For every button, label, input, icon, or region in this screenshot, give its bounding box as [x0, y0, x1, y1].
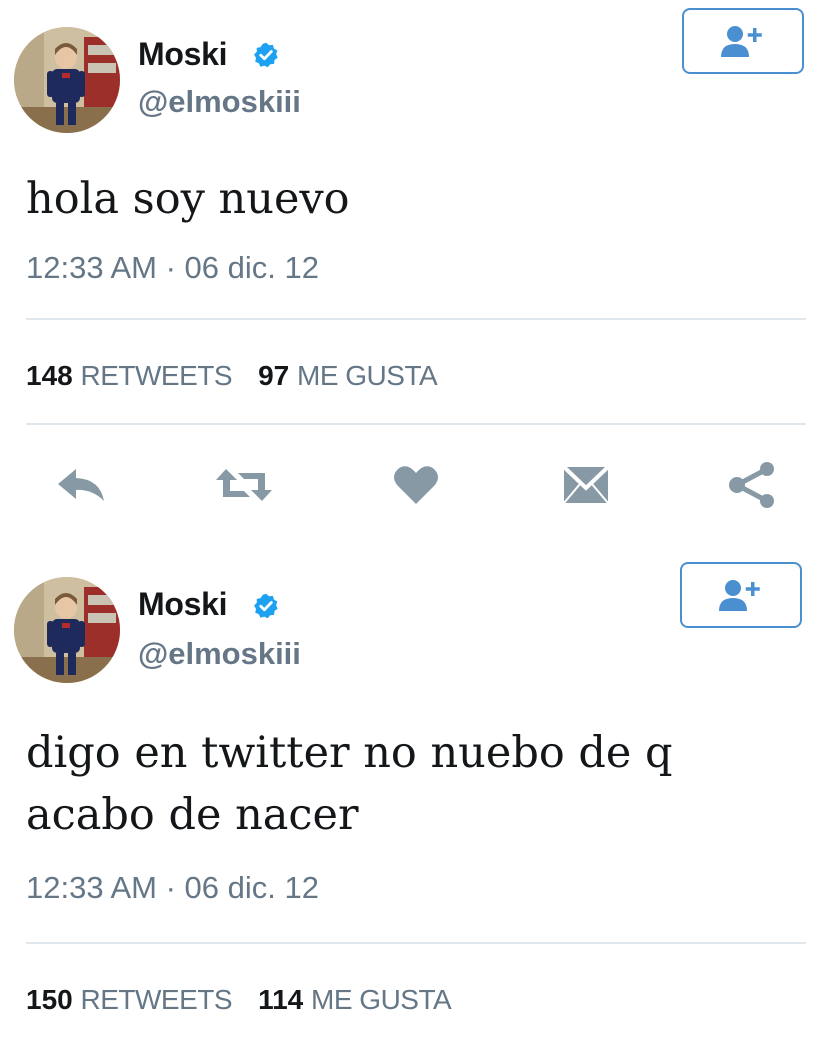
tweet-stats: 150 RETWEETS 114 ME GUSTA: [26, 984, 452, 1016]
tweet-text: hola soy nuevo: [26, 174, 350, 224]
envelope-icon: [562, 465, 610, 504]
tweet-text: digo en twitter no nuebo de q acabo de n…: [26, 728, 673, 840]
likes-label[interactable]: ME GUSTA: [297, 360, 438, 391]
display-name[interactable]: Moski: [138, 36, 228, 73]
retweets-count[interactable]: 148: [26, 360, 73, 391]
tweet-stats: 148 RETWEETS 97 ME GUSTA: [26, 360, 438, 392]
follow-button[interactable]: [682, 8, 804, 74]
follow-button[interactable]: [680, 562, 802, 628]
avatar-photo: [14, 27, 120, 133]
retweet-icon: [216, 469, 272, 501]
avatar[interactable]: [14, 577, 120, 683]
divider: [26, 423, 806, 425]
share-button[interactable]: [722, 455, 782, 515]
likes-count[interactable]: 114: [258, 984, 303, 1015]
share-icon: [729, 462, 774, 508]
verified-badge-icon: [254, 593, 278, 619]
message-button[interactable]: [556, 455, 616, 515]
likes-label[interactable]: ME GUSTA: [311, 984, 452, 1015]
divider: [26, 942, 806, 944]
tweet-actions: [0, 455, 828, 515]
retweets-label[interactable]: RETWEETS: [81, 984, 233, 1015]
reply-icon: [58, 469, 104, 501]
display-name[interactable]: Moski: [138, 586, 228, 623]
divider: [26, 318, 806, 320]
verified-badge-icon: [254, 42, 278, 68]
like-button[interactable]: [386, 455, 446, 515]
avatar-photo: [14, 577, 120, 683]
add-user-icon: [719, 580, 760, 611]
likes-count[interactable]: 97: [258, 360, 289, 391]
avatar[interactable]: [14, 27, 120, 133]
user-handle[interactable]: @elmoskiii: [138, 84, 301, 120]
retweet-button[interactable]: [214, 455, 274, 515]
add-user-icon: [721, 26, 762, 57]
retweets-label[interactable]: RETWEETS: [81, 360, 233, 391]
reply-button[interactable]: [52, 455, 112, 515]
user-handle[interactable]: @elmoskiii: [138, 636, 301, 672]
tweet: Moski @elmoskiii digo en twitter no nueb…: [0, 550, 828, 1042]
tweet-timestamp[interactable]: 12:33 AM · 06 dic. 12: [26, 870, 319, 906]
tweet: Moski @elmoskiii hola soy nuevo 12:33 AM…: [0, 0, 828, 540]
retweets-count[interactable]: 150: [26, 984, 73, 1015]
heart-icon: [394, 466, 438, 504]
tweet-timestamp[interactable]: 12:33 AM · 06 dic. 12: [26, 250, 319, 286]
